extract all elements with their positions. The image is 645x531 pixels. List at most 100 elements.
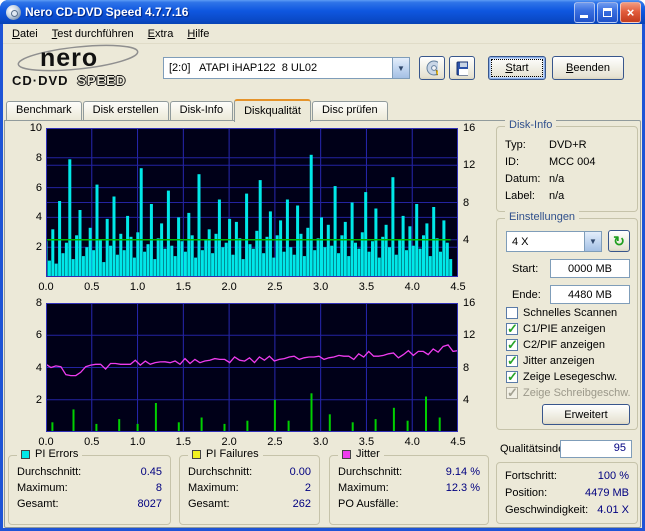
exit-button-label: Beenden	[565, 62, 611, 74]
checkbox-icon	[506, 353, 518, 369]
floppy-save-icon	[456, 61, 468, 75]
progress-row: Fortschritt: 100 %	[497, 468, 637, 485]
bottom-chart-right-axis: 16 12 8 4	[463, 297, 476, 406]
disk-id-value: MCC 004	[549, 156, 596, 168]
top-chart-left-axis: 10 8 6 4 2	[29, 122, 42, 254]
chevron-down-icon[interactable]: ▼	[392, 58, 409, 78]
jitter-max-value: 12.3 %	[445, 482, 480, 494]
refresh-speeds-button[interactable]: ↻	[608, 230, 630, 252]
refresh-icon: ↻	[613, 233, 625, 249]
tab-disk-erstellen[interactable]: Disk erstellen	[82, 101, 169, 120]
progress-group: Fortschritt: 100 % Position: 4479 MB Gesch…	[496, 462, 638, 524]
start-button-label: Start	[505, 62, 529, 74]
chevron-down-icon[interactable]: ▼	[584, 232, 601, 251]
maximize-button[interactable]	[597, 1, 618, 23]
menu-bar: Datei Test durchführen Extra Hilfe	[3, 24, 642, 44]
end-position-input[interactable]	[550, 285, 630, 304]
pie-avg-value: 0.45	[140, 466, 162, 478]
progress-row: Position: 4479 MB	[497, 485, 637, 502]
exit-button[interactable]: Beenden	[552, 56, 624, 80]
checkbox-icon	[506, 369, 518, 385]
checkbox-icon	[506, 307, 518, 319]
tab-bar: Benchmark Disk erstellen Disk-Info Diskq…	[6, 98, 639, 122]
tab-disk-info[interactable]: Disk-Info	[169, 101, 234, 120]
speed-select-value: 4 X	[512, 235, 529, 248]
pi-errors-title: PI Errors	[35, 448, 79, 460]
start-button[interactable]: Start	[488, 56, 546, 80]
close-icon: ×	[626, 4, 635, 20]
disk-info-row: Typ: DVD+R	[497, 137, 637, 154]
menu-datei[interactable]: Datei	[5, 26, 45, 42]
pi-failures-group: PI Failures Durchschnitt: 0.00 Maximum: 2 …	[179, 448, 320, 525]
tab-benchmark[interactable]: Benchmark	[6, 101, 82, 120]
speed-select[interactable]: 4 X ▼	[506, 231, 602, 252]
pif-total-value: 262	[292, 498, 311, 510]
advanced-button-label: Erweitert	[564, 408, 608, 421]
logo-cddvd-text: CD·DVD	[12, 73, 69, 88]
disk-label-value: n/a	[549, 190, 565, 202]
jitter-group: Jitter Durchschnitt: 9.14 % Maximum: 12.3 …	[329, 448, 489, 525]
logo-speed-text: SPEED	[77, 73, 127, 88]
checkbox-zeige-lesegeschw[interactable]: Zeige Lesegeschw.	[506, 369, 617, 385]
pi-failures-color-swatch	[192, 449, 201, 459]
quality-index-value: 95	[560, 440, 632, 458]
window-title: Nero CD-DVD Speed 4.7.7.16	[25, 5, 189, 19]
end-position-label: Ende:	[512, 289, 541, 301]
bottom-chart-left-axis: 8642	[35, 297, 42, 406]
disk-info-row: Datum: n/a	[497, 171, 637, 188]
jitter-color-swatch	[342, 449, 351, 459]
tab-diskqualitaet[interactable]: Diskqualität	[234, 99, 311, 122]
checkbox-icon	[506, 321, 518, 337]
checkbox-c2-pif[interactable]: C2/PIF anzeigen	[506, 337, 605, 353]
title-bar: Nero CD-DVD Speed 4.7.7.16 ×	[0, 0, 645, 24]
tab-disc-pruefen[interactable]: Disc prüfen	[311, 101, 388, 120]
disk-info-row: Label: n/a	[497, 188, 637, 205]
checkbox-schnelles-scannen[interactable]: Schnelles Scannen	[506, 306, 617, 320]
app-window: Nero CD-DVD Speed 4.7.7.16 × Datei Test …	[0, 0, 645, 531]
nero-logo-subtitle: CD·DVD SPEED	[12, 73, 126, 88]
position-value: 4479 MB	[584, 487, 629, 499]
pi-failures-title: PI Failures	[206, 448, 259, 460]
disc-icon	[426, 60, 438, 76]
maximize-icon	[603, 7, 612, 17]
nero-logo: nero CD·DVD SPEED	[10, 44, 160, 92]
jitter-title: Jitter	[356, 448, 380, 460]
jitter-avg-value: 9.14 %	[445, 466, 480, 478]
minimize-icon	[580, 14, 588, 18]
checkbox-zeige-schreibgeschw: Zeige Schreibgeschw.	[506, 385, 631, 401]
pie-max-value: 8	[155, 482, 162, 494]
drive-selector[interactable]: [2:0] ATAPI iHAP122 8 UL02 ▼	[163, 57, 410, 79]
minimize-button[interactable]	[574, 1, 595, 23]
app-disc-icon	[6, 4, 21, 20]
menu-test-durchfuehren[interactable]: Test durchführen	[45, 26, 141, 42]
disk-type-value: DVD+R	[549, 139, 587, 151]
eject-disc-button[interactable]	[419, 56, 445, 80]
pi-errors-color-swatch	[21, 449, 30, 459]
drive-selector-value: [2:0] ATAPI iHAP122 8 UL02	[169, 62, 318, 74]
disk-info-group: Disk-Info Typ: DVD+R ID: MCC 004 Datum: n/a…	[496, 119, 638, 212]
menu-hilfe[interactable]: Hilfe	[180, 26, 216, 42]
checkbox-icon	[506, 385, 518, 401]
speed-value: 4.01 X	[597, 504, 629, 516]
pi-errors-group: PI Errors Durchschnitt: 0.45 Maximum: 8 Ge…	[8, 448, 171, 525]
progress-value: 100 %	[597, 470, 629, 482]
start-position-input[interactable]	[550, 259, 630, 278]
disk-date-value: n/a	[549, 173, 565, 185]
disk-info-row: ID: MCC 004	[497, 154, 637, 171]
progress-row: Geschwindigkeit: 4.01 X	[497, 502, 637, 519]
menu-extra[interactable]: Extra	[141, 26, 181, 42]
checkbox-c1-pie[interactable]: C1/PIE anzeigen	[506, 321, 606, 337]
pi-errors-chart	[46, 128, 458, 277]
jitter-chart	[46, 303, 458, 432]
pif-max-value: 2	[304, 482, 311, 494]
checkbox-icon	[506, 337, 518, 353]
top-chart-right-axis: 16 12 8 4	[463, 122, 476, 246]
close-button[interactable]: ×	[620, 1, 641, 23]
pif-avg-value: 0.00	[289, 466, 311, 478]
save-button[interactable]	[449, 56, 475, 80]
pie-total-value: 8027	[137, 498, 162, 510]
advanced-button[interactable]: Erweitert	[542, 404, 630, 425]
checkbox-jitter[interactable]: Jitter anzeigen	[506, 353, 595, 369]
nero-logo-text: nero	[40, 44, 99, 72]
disk-info-title: Disk-Info	[505, 119, 557, 131]
